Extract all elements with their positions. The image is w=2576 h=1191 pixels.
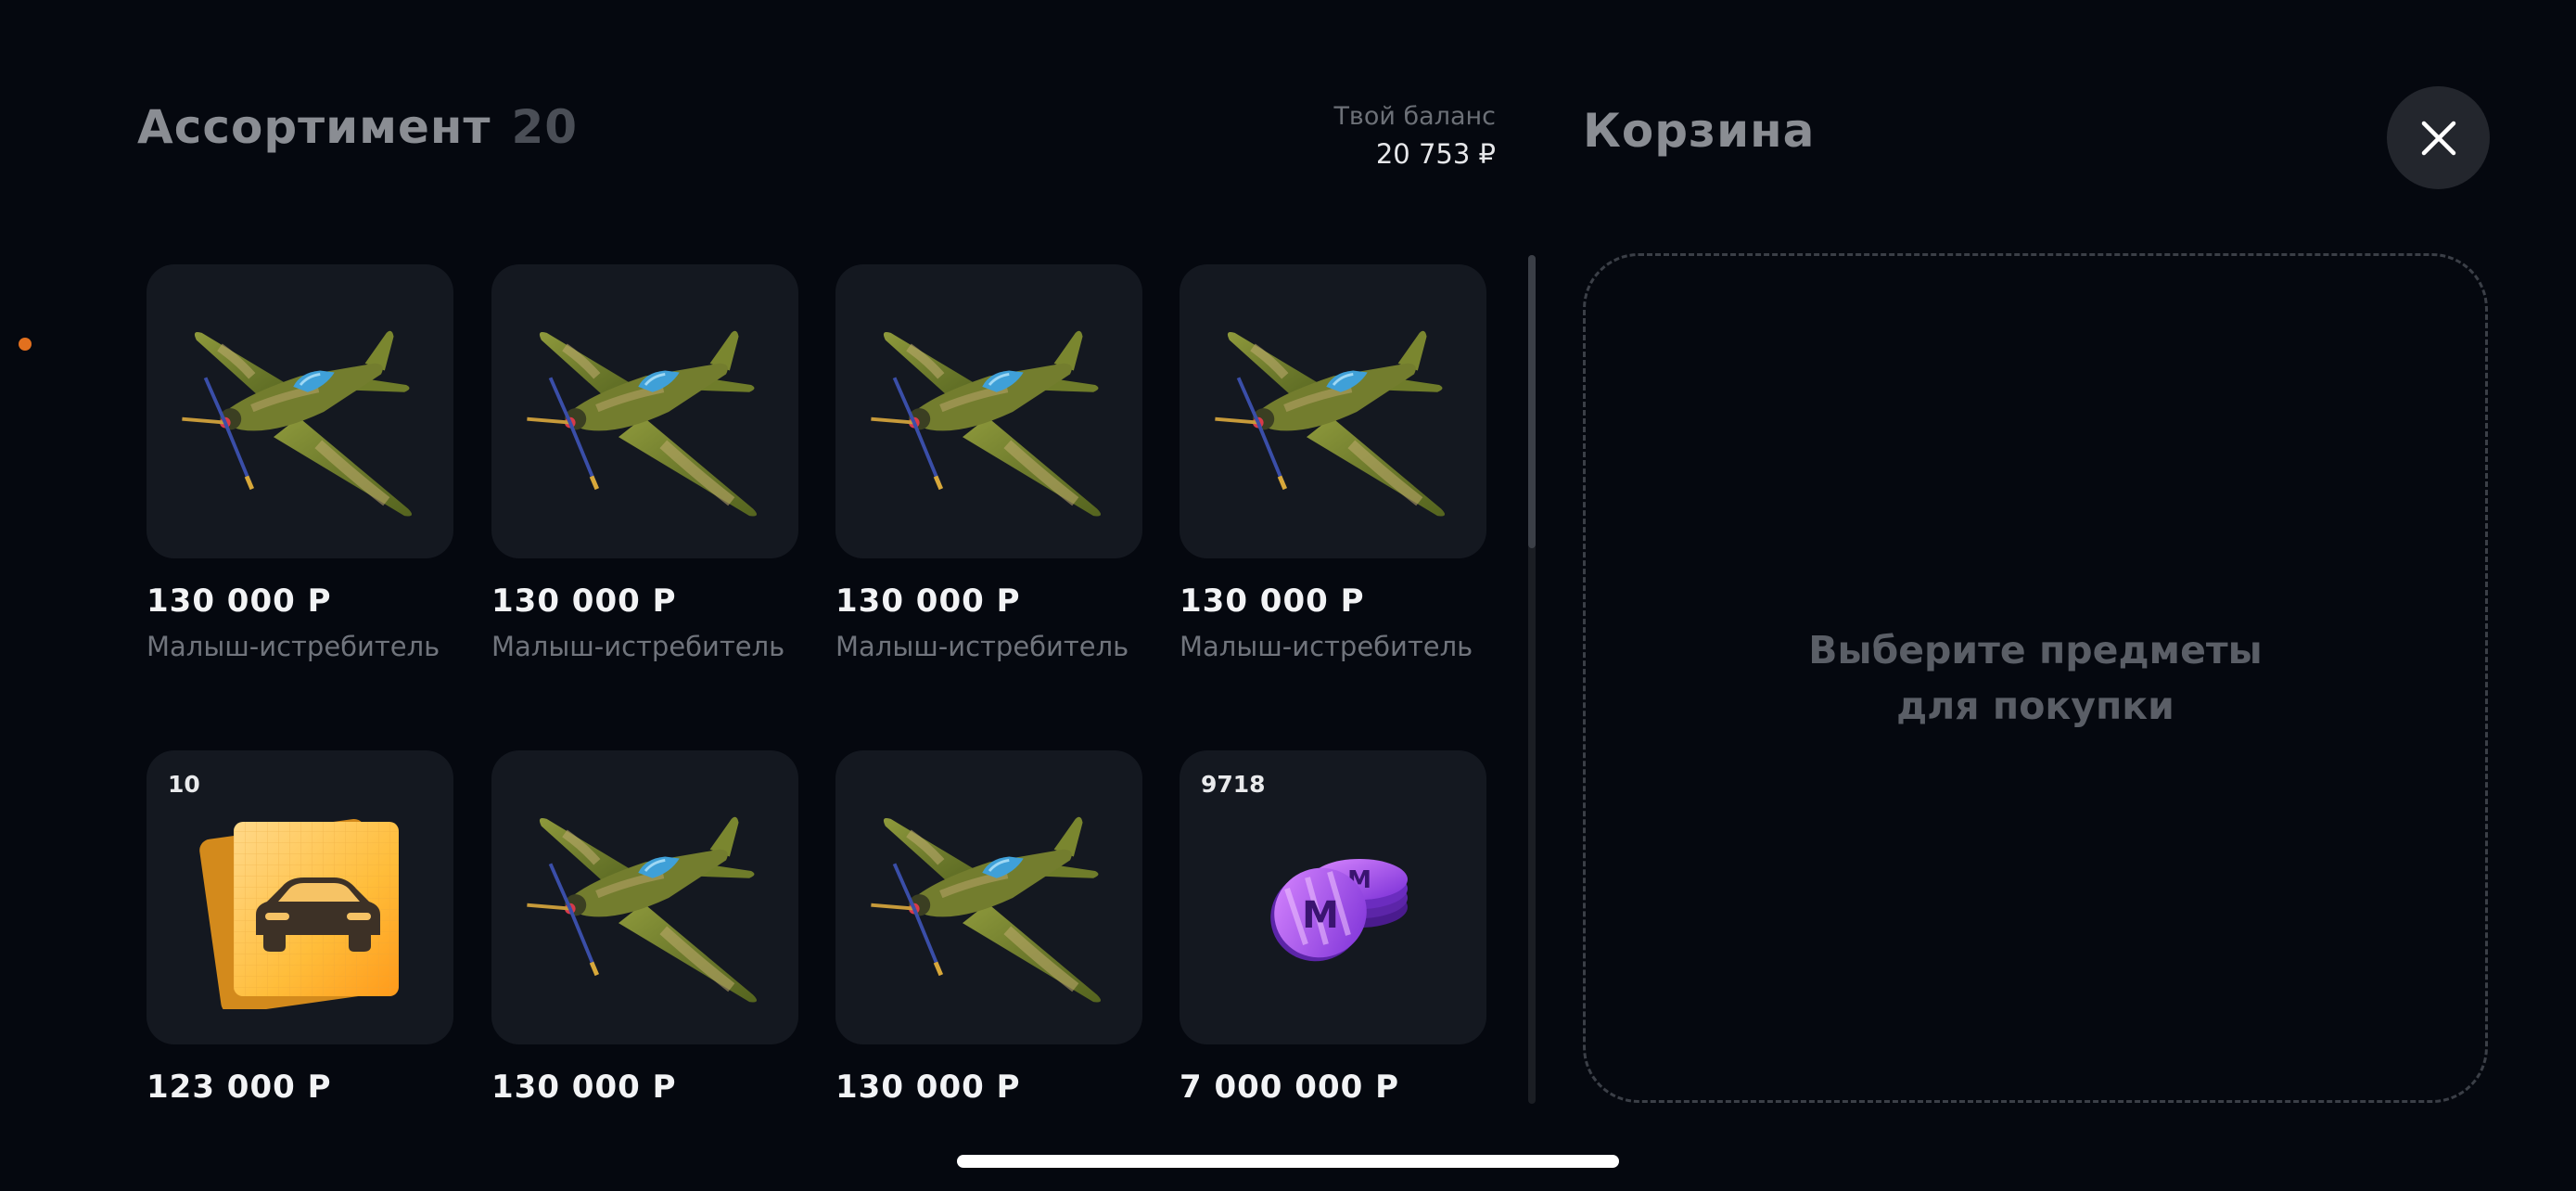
cart-empty-line: Выберите предметы xyxy=(1808,628,2263,672)
assortment-count: 20 xyxy=(511,100,579,154)
fighter-plane-icon xyxy=(850,763,1129,1032)
item-price: 130 000 Р xyxy=(835,583,1021,620)
item-price: 130 000 Р xyxy=(491,1069,677,1104)
assortment-title-label: Ассортимент xyxy=(137,100,491,154)
assortment-grid: 130 000 Р Малыш-истребитель 130 000 Р Ма… xyxy=(147,264,1489,1104)
svg-text:M: M xyxy=(1302,894,1339,937)
item-card[interactable]: 130 000 Р Малыш-истребитель xyxy=(147,264,453,662)
item-quantity-badge: 9718 xyxy=(1201,771,1266,798)
car-card-icon xyxy=(198,818,399,1009)
home-indicator[interactable] xyxy=(957,1155,1619,1168)
close-icon xyxy=(2421,121,2455,155)
item-tile xyxy=(491,264,798,558)
balance-label: Твой баланс xyxy=(1333,102,1496,131)
fighter-plane-icon xyxy=(506,763,784,1032)
item-tile xyxy=(491,750,798,1044)
item-name: Малыш-истребитель xyxy=(491,631,785,662)
close-button[interactable] xyxy=(2387,86,2490,189)
item-name: Малыш-истребитель xyxy=(835,631,1129,662)
cart-drop-area[interactable]: Выберите предметы для покупки xyxy=(1583,253,2488,1103)
item-price: 130 000 Р xyxy=(491,583,677,620)
cart-title: Корзина xyxy=(1583,104,1816,158)
item-card[interactable]: 130 000 Р xyxy=(491,750,798,1104)
item-tile xyxy=(1180,264,1486,558)
item-tile: 10 xyxy=(147,750,453,1044)
item-name: Малыш-истребитель xyxy=(1180,631,1473,662)
item-name: Малыш-истребитель xyxy=(147,631,440,662)
item-price: 123 000 Р xyxy=(147,1069,332,1104)
item-price: 130 000 Р xyxy=(835,1069,1021,1104)
item-tile xyxy=(147,264,453,558)
item-tile xyxy=(835,264,1142,558)
balance: Твой баланс 20 753 ₽ xyxy=(1333,100,1496,174)
item-tile xyxy=(835,750,1142,1044)
item-price: 130 000 Р xyxy=(147,583,332,620)
balance-value: 20 753 ₽ xyxy=(1375,138,1496,170)
item-tile: 9718 M M xyxy=(1180,750,1486,1044)
scrollbar-thumb[interactable] xyxy=(1528,255,1536,548)
fighter-plane-icon xyxy=(850,277,1129,546)
item-card[interactable]: 9718 M M 7 000 000 Р xyxy=(1180,750,1486,1104)
scrollbar[interactable] xyxy=(1528,255,1536,1104)
item-card[interactable]: 130 000 Р Малыш-истребитель xyxy=(835,264,1142,662)
fighter-plane-icon xyxy=(161,277,440,546)
item-price: 130 000 Р xyxy=(1180,583,1365,620)
item-card[interactable]: 130 000 Р Малыш-истребитель xyxy=(1180,264,1486,662)
fighter-plane-icon xyxy=(506,277,784,546)
fighter-plane-icon xyxy=(1194,277,1473,546)
cart-empty-message: Выберите предметы для покупки xyxy=(1808,622,2262,734)
coins-icon: M M xyxy=(1269,858,1408,961)
item-card[interactable]: 130 000 Р xyxy=(835,750,1142,1104)
item-quantity-badge: 10 xyxy=(168,771,200,798)
item-card[interactable]: 130 000 Р Малыш-истребитель xyxy=(491,264,798,662)
shop-screen: Ассортимент 20 Твой баланс 20 753 ₽ Корзи… xyxy=(0,0,2576,1191)
cart-empty-line: для покупки xyxy=(1896,684,2174,728)
assortment-title: Ассортимент 20 xyxy=(137,100,578,154)
item-card[interactable]: 10 123 000 Р xyxy=(147,750,453,1104)
page-indicator-dot xyxy=(19,338,32,351)
item-price: 7 000 000 Р xyxy=(1180,1069,1400,1104)
